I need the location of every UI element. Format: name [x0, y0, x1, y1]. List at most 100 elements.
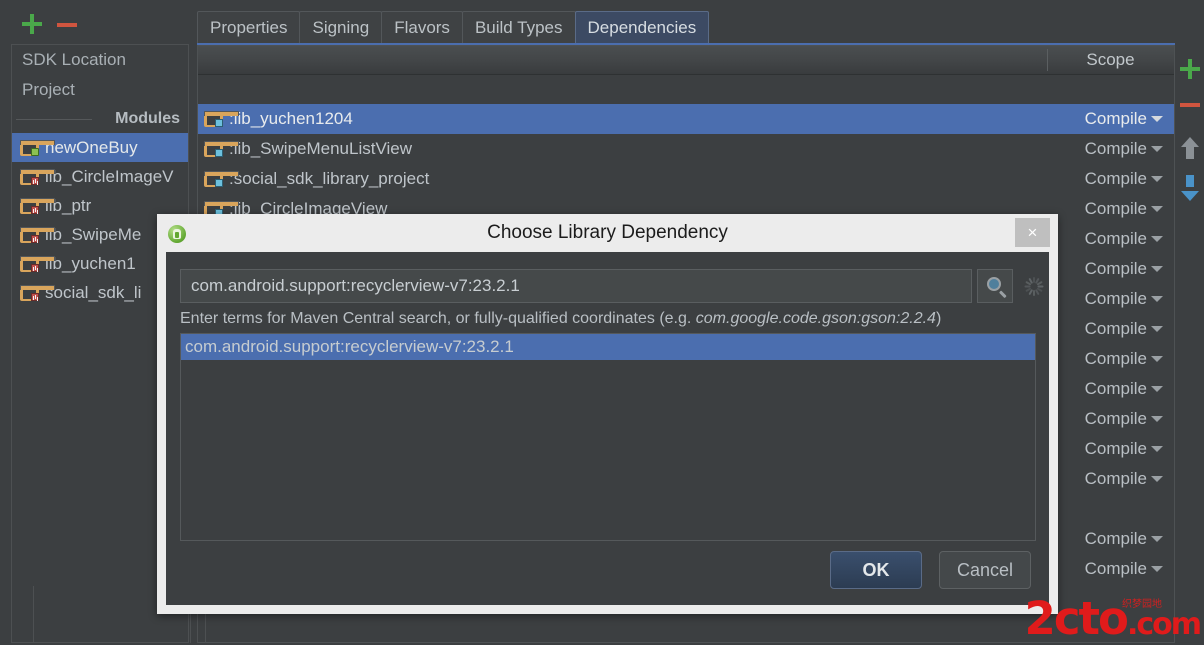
dependency-label: :lib_yuchen1204 [229, 109, 353, 129]
close-icon[interactable]: × [1015, 218, 1050, 247]
chevron-down-icon [1151, 236, 1163, 242]
scope-dropdown[interactable]: Compile [1047, 284, 1174, 314]
chevron-down-icon [1151, 326, 1163, 332]
library-module-icon [20, 169, 39, 185]
scope-dropdown[interactable]: Compile [1047, 434, 1174, 464]
move-down-button[interactable] [1181, 175, 1199, 201]
chevron-down-icon [1151, 116, 1163, 122]
sidebar-item-project[interactable]: Project [12, 75, 188, 105]
loading-spinner-icon [1025, 277, 1044, 296]
scope-value: Compile [1047, 109, 1151, 129]
add-module-button[interactable] [22, 14, 42, 34]
chevron-down-icon [1151, 146, 1163, 152]
dependency-name-cell: :lib_yuchen1204 [204, 104, 353, 134]
scope-dropdown[interactable]: Compile [1047, 194, 1174, 224]
scope-value: Compile [1047, 439, 1151, 459]
sidebar-section-modules: Modules [12, 105, 188, 133]
scope-dropdown[interactable]: Compile [1047, 164, 1174, 194]
scope-dropdown[interactable]: Compile [1047, 254, 1174, 284]
library-module-icon [20, 198, 39, 214]
tab-properties[interactable]: Properties [197, 11, 300, 43]
scope-value: Compile [1047, 529, 1151, 549]
sidebar-item-label: newOneBuy [45, 133, 138, 162]
table-row[interactable]: :lib_yuchen1204 Compile [198, 104, 1174, 134]
scope-value: Compile [1047, 409, 1151, 429]
sidebar-item-label: lib_ptr [45, 191, 91, 220]
cancel-button[interactable]: Cancel [939, 551, 1031, 589]
list-item[interactable]: com.android.support:recyclerview-v7:23.2… [181, 334, 1035, 360]
library-module-icon [20, 227, 39, 243]
scope-value: Compile [1047, 169, 1151, 189]
ok-button[interactable]: OK [830, 551, 922, 589]
section-label-modules: Modules [115, 104, 180, 134]
search-results-list[interactable]: com.android.support:recyclerview-v7:23.2… [180, 333, 1036, 541]
tab-signing[interactable]: Signing [299, 11, 382, 43]
scope-value: Compile [1047, 229, 1151, 249]
scope-value: Compile [1047, 199, 1151, 219]
watermark-cn: 织梦园地 [1122, 600, 1162, 610]
remove-module-button[interactable] [57, 23, 77, 27]
scope-dropdown[interactable]: Compile [1047, 344, 1174, 374]
column-header-scope[interactable]: Scope [1047, 46, 1174, 74]
module-dependency-icon [204, 141, 223, 157]
chevron-down-icon [1151, 446, 1163, 452]
tab-dependencies[interactable]: Dependencies [575, 11, 710, 43]
search-button[interactable] [977, 269, 1013, 303]
sidebar-item-sdk-location[interactable]: SDK Location [12, 45, 188, 75]
scope-dropdown[interactable]: Compile [1047, 404, 1174, 434]
scope-value: Compile [1047, 259, 1151, 279]
move-up-button[interactable] [1181, 137, 1199, 163]
sidebar-item-newonebuy[interactable]: newOneBuy [12, 133, 188, 162]
search-input[interactable]: com.android.support:recyclerview-v7:23.2… [180, 269, 972, 303]
scope-dropdown[interactable]: Compile [1047, 554, 1174, 584]
scope-dropdown[interactable]: Compile [1047, 374, 1174, 404]
panel-divider [190, 614, 191, 643]
panel-divider [33, 586, 34, 643]
add-dependency-button[interactable] [1180, 59, 1200, 79]
remove-dependency-button[interactable] [1180, 103, 1200, 107]
chevron-down-icon [1151, 206, 1163, 212]
scope-value: Compile [1047, 289, 1151, 309]
watermark: 2cto.com织梦园地 [1025, 596, 1200, 641]
chevron-down-icon [1151, 566, 1163, 572]
scope-dropdown[interactable]: Compile [1047, 314, 1174, 344]
android-app-module-icon [20, 140, 39, 156]
scope-value: Compile [1047, 469, 1151, 489]
scope-value: Compile [1047, 139, 1151, 159]
sidebar-item-label: lib_yuchen1 [45, 249, 136, 278]
scope-value: Compile [1047, 379, 1151, 399]
tab-build-types[interactable]: Build Types [462, 11, 576, 43]
scope-dropdown[interactable]: Compile [1047, 104, 1174, 134]
dependency-label: :lib_SwipeMenuListView [229, 139, 412, 159]
chevron-down-icon [1151, 476, 1163, 482]
chevron-down-icon [1151, 266, 1163, 272]
watermark-main: 2cto [1025, 592, 1127, 645]
table-row[interactable]: :lib_SwipeMenuListView Compile [198, 134, 1174, 164]
table-row[interactable]: :social_sdk_library_project Compile [198, 164, 1174, 194]
scope-value: Compile [1047, 349, 1151, 369]
watermark-suffix: .com [1127, 607, 1200, 642]
chevron-down-icon [1151, 386, 1163, 392]
scope-value: Compile [1047, 319, 1151, 339]
scope-dropdown[interactable]: Compile [1047, 224, 1174, 254]
chevron-down-icon [1151, 536, 1163, 542]
chevron-down-icon [1151, 416, 1163, 422]
search-hint: Enter terms for Maven Central search, or… [180, 310, 1040, 328]
tab-flavors[interactable]: Flavors [381, 11, 463, 43]
sidebar-item-label: lib_SwipeMe [45, 220, 141, 249]
hint-example: com.google.code.gson:gson:2.2.4 [696, 310, 936, 327]
panel-divider [197, 614, 198, 643]
chevron-down-icon [1151, 356, 1163, 362]
dialog-button-row: OK Cancel [830, 551, 1031, 589]
scope-dropdown[interactable]: Compile [1047, 464, 1174, 494]
module-dependency-icon [204, 111, 223, 127]
sidebar-item-lib-circleimageview[interactable]: lib_CircleImageV [12, 162, 188, 191]
scope-dropdown[interactable]: Compile [1047, 524, 1174, 554]
search-icon [987, 277, 1001, 291]
dialog-title: Choose Library Dependency [157, 214, 1058, 252]
scope-dropdown[interactable]: Compile [1047, 134, 1174, 164]
dependency-label: :social_sdk_library_project [229, 169, 429, 189]
dialog-body: com.android.support:recyclerview-v7:23.2… [166, 252, 1049, 605]
chevron-down-icon [1151, 176, 1163, 182]
scope-value: Compile [1047, 559, 1151, 579]
